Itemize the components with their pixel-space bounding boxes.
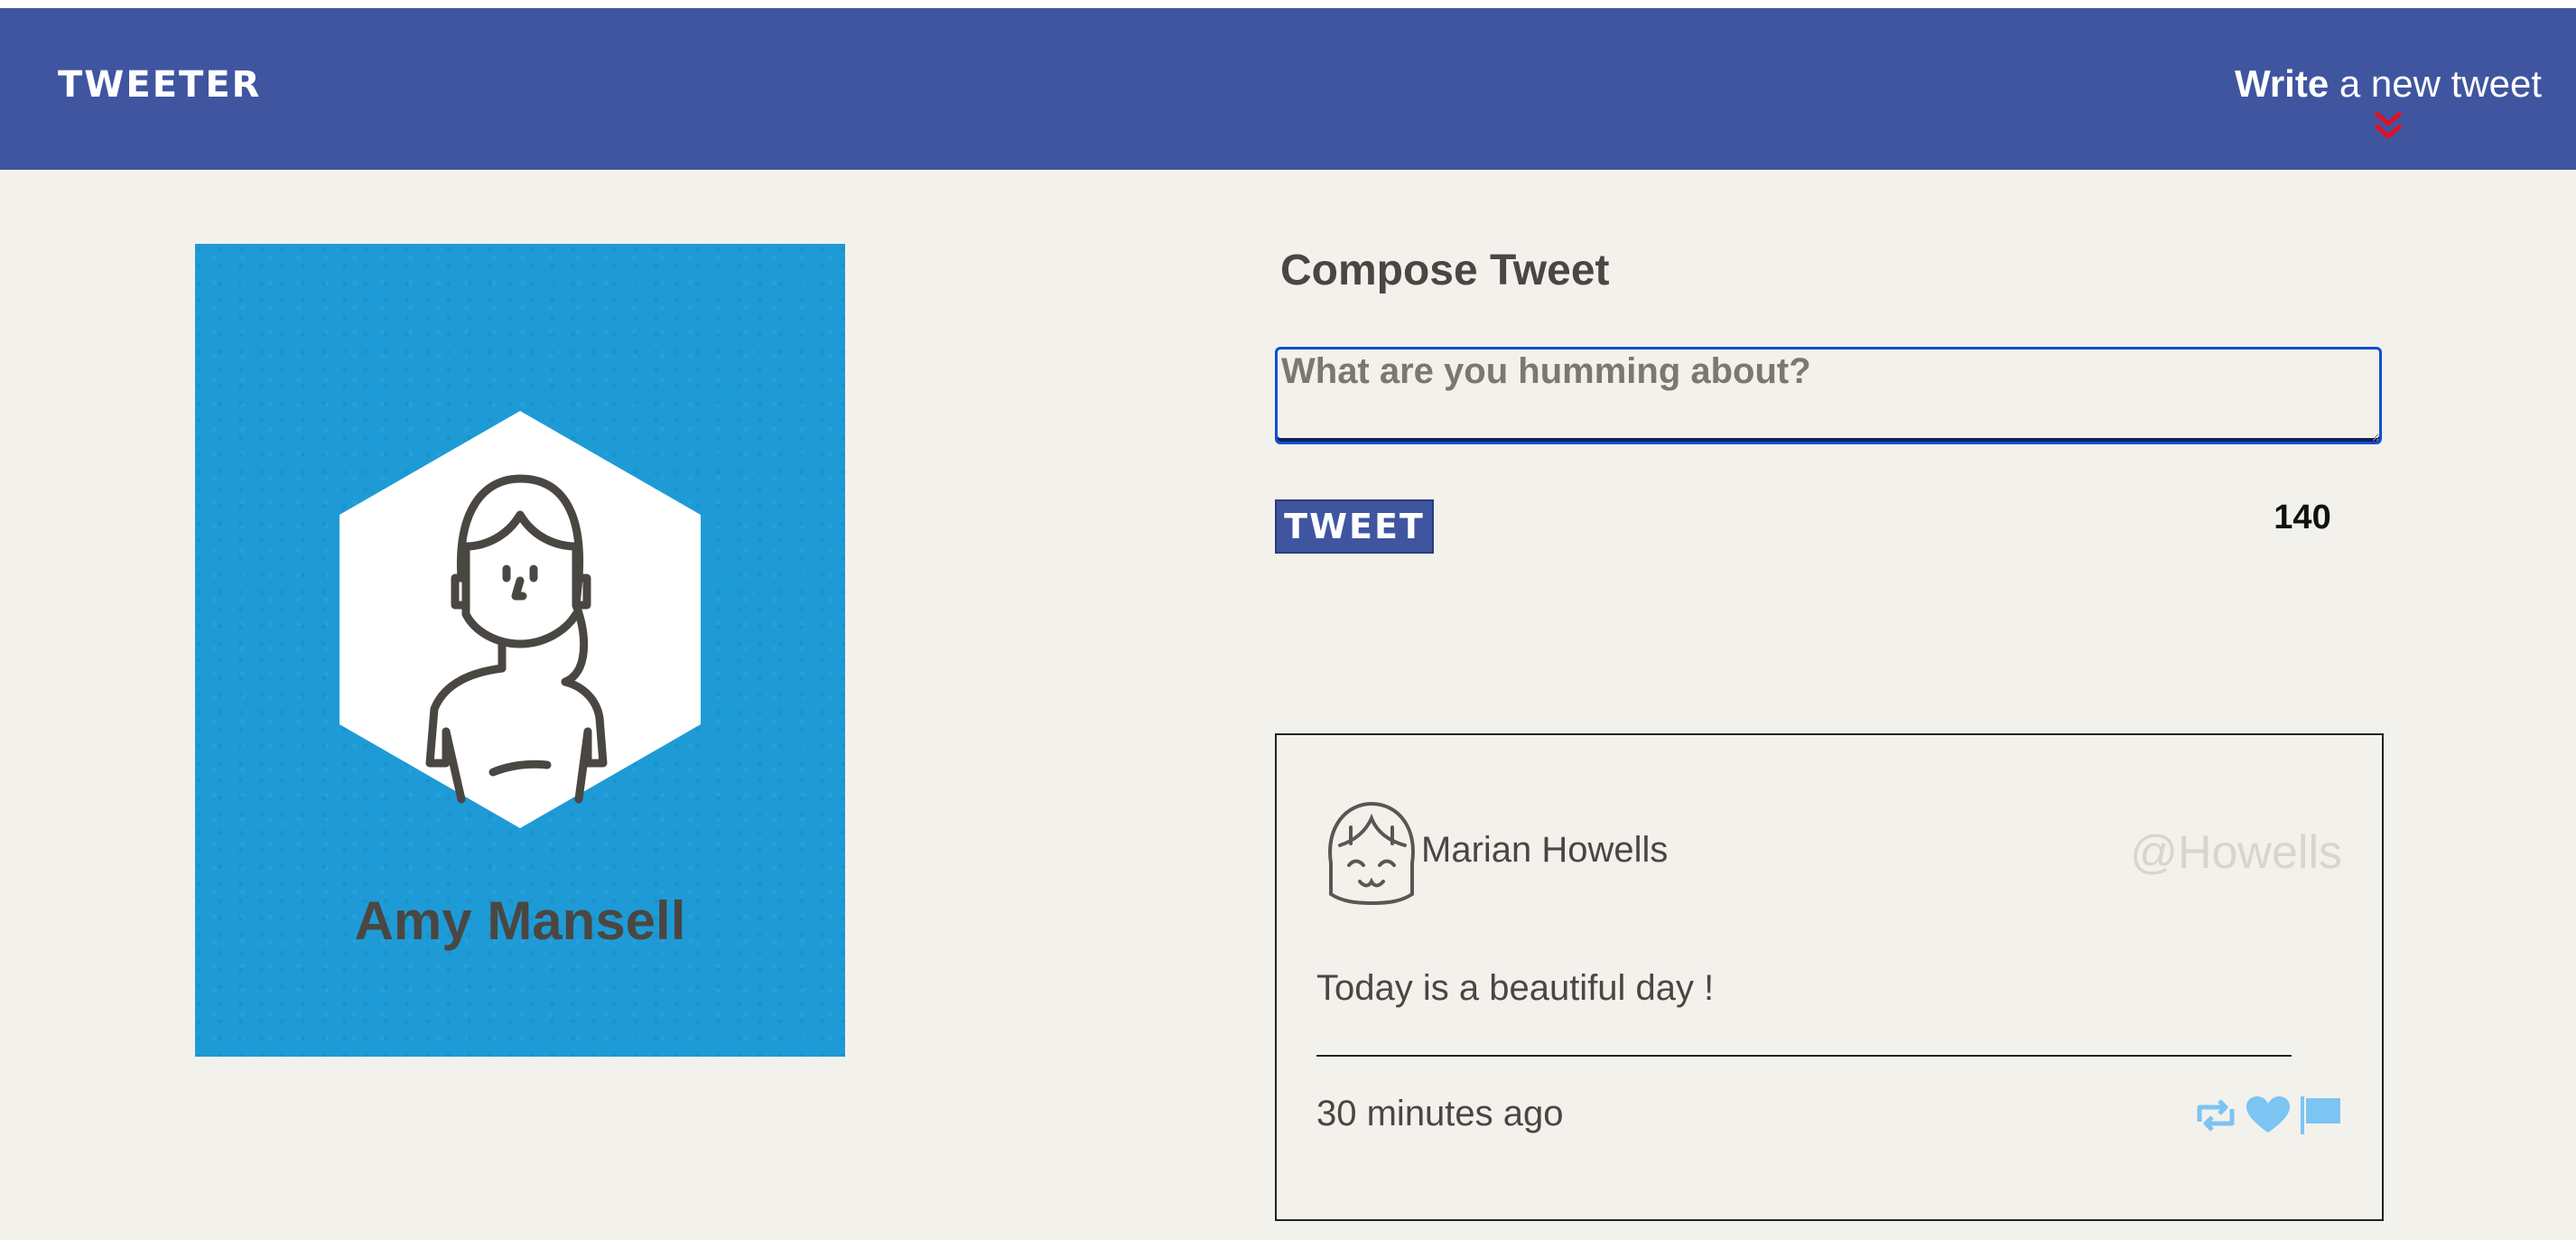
heart-icon[interactable] xyxy=(2245,1095,2292,1136)
profile-card: Amy Mansell xyxy=(195,244,845,1057)
character-counter: 140 xyxy=(2274,499,2331,536)
tweet-actions xyxy=(2192,1095,2344,1136)
author-avatar xyxy=(1328,801,1415,905)
flag-icon[interactable] xyxy=(2297,1095,2344,1136)
tweet-button[interactable]: TWEET xyxy=(1275,499,1434,554)
compose-tweet-input[interactable] xyxy=(1275,347,2382,444)
navbar: TWEETER Write a new tweet xyxy=(0,8,2576,170)
tweet-card: Marian Howells @Howells Today is a beaut… xyxy=(1275,733,2384,1221)
profile-avatar xyxy=(339,411,701,828)
tweet-author-name[interactable]: Marian Howells xyxy=(1421,830,1668,871)
top-border xyxy=(0,0,2576,8)
tweet-timestamp: 30 minutes ago xyxy=(1316,1094,1564,1133)
brand-logo[interactable]: TWEETER xyxy=(58,64,261,106)
profile-name: Amy Mansell xyxy=(354,890,686,951)
tweet-divider xyxy=(1316,1055,2292,1057)
tweet-text: Today is a beautiful day ! xyxy=(1316,968,1715,1008)
write-new-tweet-toggle[interactable]: Write a new tweet xyxy=(2235,62,2542,144)
double-chevron-down-icon xyxy=(2374,111,2403,140)
write-label-rest: a new tweet xyxy=(2329,62,2542,105)
retweet-icon[interactable] xyxy=(2192,1095,2239,1136)
compose-title: Compose Tweet xyxy=(1280,247,1610,294)
tweet-author-handle[interactable]: @Howells xyxy=(2130,825,2342,880)
write-label-bold: Write xyxy=(2234,62,2330,105)
